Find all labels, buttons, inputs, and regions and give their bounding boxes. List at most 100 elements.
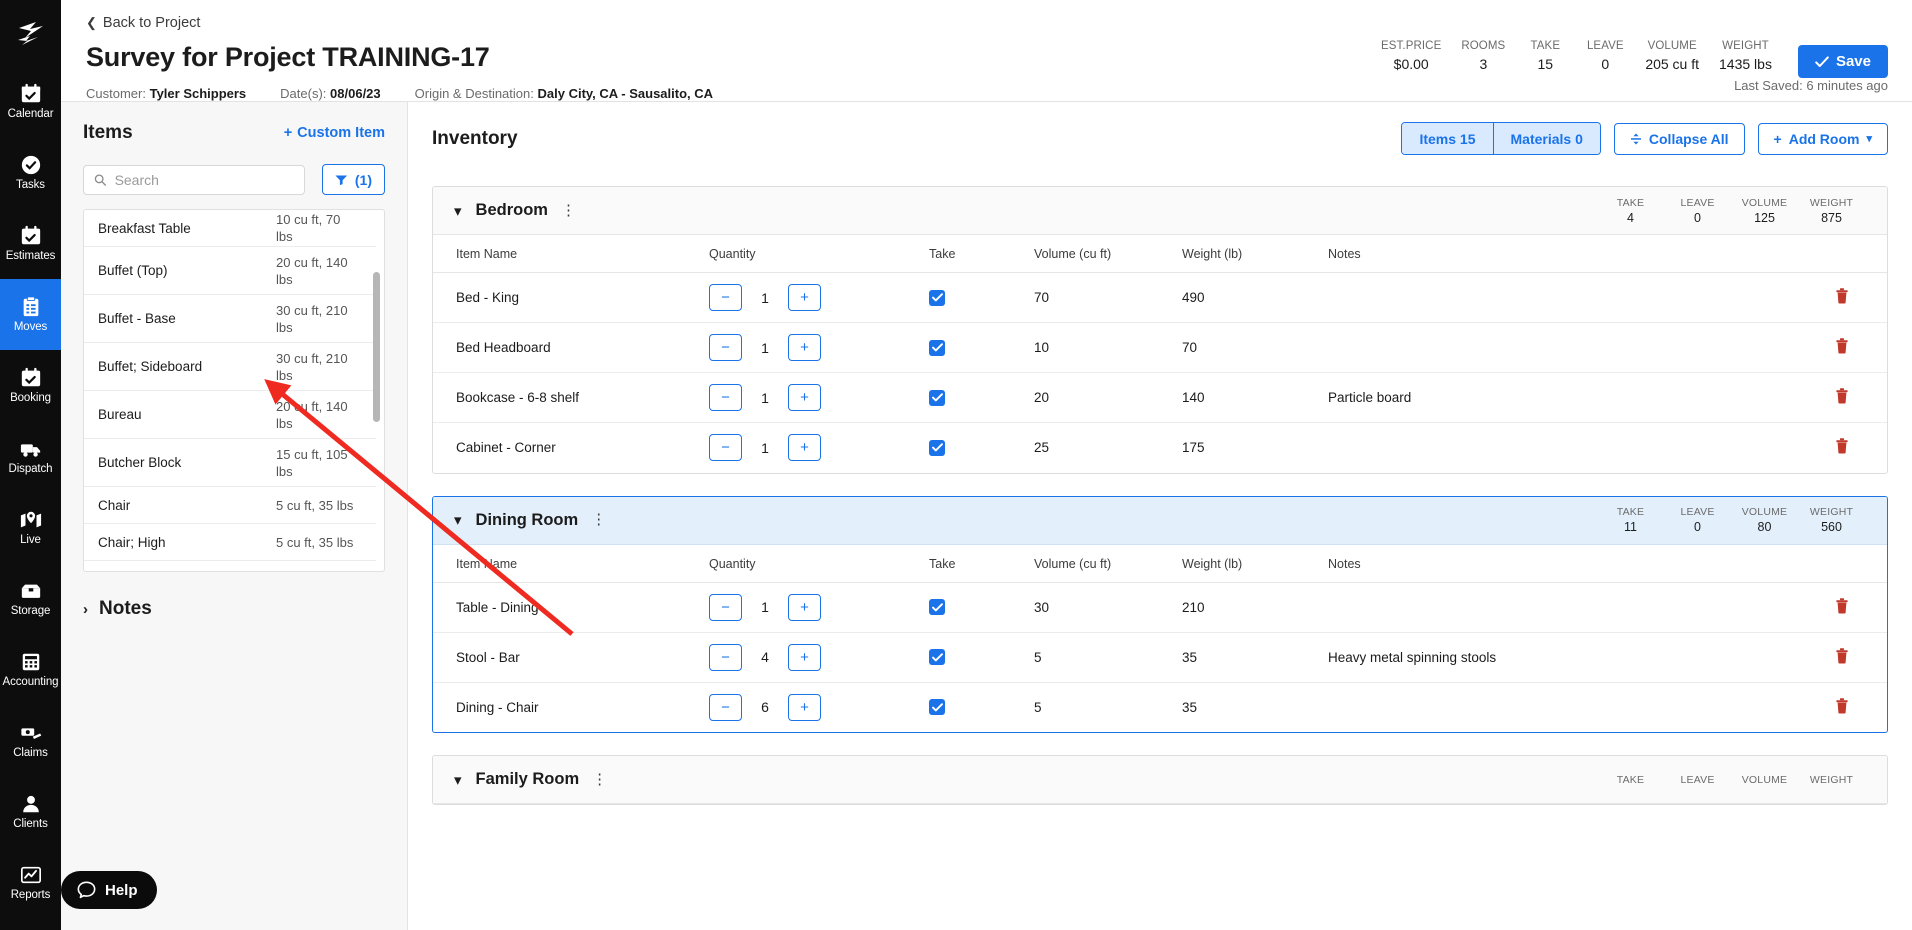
- take-checkbox[interactable]: [929, 599, 945, 615]
- quantity-stepper: − 6 +: [709, 693, 929, 721]
- decrement-button[interactable]: −: [709, 434, 742, 462]
- room-stat-weight: WEIGHT: [1798, 773, 1865, 787]
- delete-row-button[interactable]: [1835, 288, 1849, 307]
- search-input[interactable]: [114, 171, 295, 188]
- collapse-all-button[interactable]: Collapse All: [1613, 122, 1745, 155]
- delete-row-button[interactable]: [1835, 338, 1849, 357]
- decrement-button[interactable]: −: [709, 593, 742, 621]
- room-stat-weight: WEIGHT 560: [1798, 505, 1865, 535]
- increment-button[interactable]: +: [788, 334, 821, 361]
- notes-section-toggle[interactable]: › Notes: [83, 598, 385, 620]
- chevron-down-icon[interactable]: ▾: [454, 202, 462, 220]
- save-button[interactable]: Save: [1797, 45, 1888, 78]
- help-button[interactable]: Help: [61, 871, 157, 909]
- list-item[interactable]: Dining - Chair 5 cu ft, 35 lbs: [84, 561, 376, 571]
- row-volume: 10: [1034, 322, 1182, 373]
- increment-button[interactable]: +: [788, 593, 821, 621]
- decrement-button[interactable]: −: [709, 334, 742, 361]
- list-item[interactable]: Buffet (Top) 20 cu ft, 140 lbs: [84, 247, 376, 295]
- meta-customer: Customer: Tyler Schippers: [86, 86, 246, 101]
- take-checkbox[interactable]: [929, 389, 945, 406]
- kebab-menu-icon[interactable]: ⋮: [561, 203, 576, 218]
- kebab-menu-icon[interactable]: ⋮: [591, 512, 606, 527]
- decrement-button[interactable]: −: [709, 643, 742, 671]
- row-notes[interactable]: [1328, 272, 1797, 323]
- take-checkbox[interactable]: [929, 289, 945, 306]
- row-notes[interactable]: [1328, 682, 1797, 732]
- list-item[interactable]: Bureau 20 cu ft, 140 lbs: [84, 391, 376, 439]
- increment-button[interactable]: +: [788, 434, 821, 462]
- delete-row-button[interactable]: [1835, 388, 1849, 407]
- decrement-button[interactable]: −: [709, 284, 742, 311]
- room-stat-value: 11: [1624, 520, 1637, 534]
- increment-button[interactable]: +: [788, 384, 821, 411]
- list-item[interactable]: Chair 5 cu ft, 35 lbs: [84, 487, 376, 524]
- list-item[interactable]: Buffet - Base 30 cu ft, 210 lbs: [84, 295, 376, 343]
- row-notes[interactable]: [1328, 582, 1797, 633]
- list-item[interactable]: Chair; High 5 cu ft, 35 lbs: [84, 524, 376, 561]
- sidebar-item-storage[interactable]: Storage: [0, 563, 61, 634]
- row-volume: 25: [1034, 440, 1050, 456]
- row-notes[interactable]: Particle board: [1328, 372, 1797, 423]
- chevron-left-icon: ❮: [86, 15, 97, 30]
- scrollbar-thumb[interactable]: [373, 272, 380, 422]
- sidebar-item-moves[interactable]: Moves: [0, 279, 61, 350]
- filter-button[interactable]: (1): [322, 164, 385, 195]
- app-logo[interactable]: [0, 0, 61, 66]
- room-header[interactable]: ▾ Bedroom ⋮ TAKE 4 LEAVE 0 VOLUME 125 WE…: [433, 187, 1887, 235]
- sidebar-item-tasks[interactable]: Tasks: [0, 137, 61, 208]
- items-list[interactable]: Breakfast Table 10 cu ft, 70 lbs Buffet …: [83, 209, 385, 572]
- delete-row-button[interactable]: [1835, 438, 1849, 457]
- take-checkbox[interactable]: [929, 339, 945, 356]
- stat-volume: VOLUME 205 cu ft: [1635, 38, 1709, 74]
- room-header[interactable]: ▾ Family Room ⋮ TAKE LEAVE VOLUME WEIGHT: [433, 756, 1887, 804]
- take-checkbox[interactable]: [929, 649, 945, 665]
- inventory-tabs: Items 15 Materials 0: [1401, 122, 1601, 155]
- filter-count-label: (1): [354, 171, 372, 188]
- chevron-down-icon[interactable]: ▾: [454, 771, 462, 789]
- table-row: Stool - Bar − 4 + 5 35 Heavy metal spinn…: [433, 632, 1887, 683]
- sidebar-item-calendar[interactable]: Calendar: [0, 66, 61, 137]
- decrement-button[interactable]: −: [709, 384, 742, 411]
- list-item[interactable]: Buffet; Sideboard 30 cu ft, 210 lbs: [84, 343, 376, 391]
- add-room-button[interactable]: + Add Room ▾: [1757, 122, 1888, 155]
- tab-materials[interactable]: Materials 0: [1492, 123, 1600, 154]
- sidebar-item-accounting[interactable]: Accounting: [0, 634, 61, 705]
- stat-weight: WEIGHT 1435 lbs: [1709, 38, 1782, 74]
- inventory-scroll-area[interactable]: ▾ Bedroom ⋮ TAKE 4 LEAVE 0 VOLUME 125 WE…: [408, 186, 1912, 930]
- sidebar-item-live[interactable]: Live: [0, 492, 61, 563]
- search-box[interactable]: [83, 164, 306, 195]
- sidebar-item-claims[interactable]: Claims: [0, 705, 61, 776]
- sidebar-item-clients[interactable]: Clients: [0, 776, 61, 847]
- row-notes[interactable]: [1328, 423, 1797, 473]
- sidebar-item-booking[interactable]: Booking: [0, 350, 61, 421]
- delete-row-button[interactable]: [1835, 597, 1849, 617]
- kebab-menu-icon[interactable]: ⋮: [592, 772, 607, 787]
- sidebar-item-label: Claims: [13, 747, 48, 759]
- items-list-scrollbar[interactable]: [373, 212, 380, 571]
- delete-row-button[interactable]: [1835, 647, 1849, 667]
- tab-items[interactable]: Items 15: [1402, 123, 1493, 154]
- increment-button[interactable]: +: [788, 693, 821, 721]
- increment-button[interactable]: +: [788, 284, 821, 311]
- increment-button[interactable]: +: [788, 643, 821, 671]
- list-item[interactable]: Butcher Block 15 cu ft, 105 lbs: [84, 439, 376, 487]
- delete-row-button[interactable]: [1835, 698, 1849, 717]
- back-to-project-link[interactable]: ❮ Back to Project: [86, 15, 200, 31]
- take-checkbox[interactable]: [929, 439, 945, 456]
- meta-origin-label: Origin & Destination:: [414, 86, 534, 101]
- list-item-spec: 30 cu ft, 210 lbs: [276, 350, 348, 383]
- sidebar-item-dispatch[interactable]: Dispatch: [0, 421, 61, 492]
- room-stat-value: 0: [1694, 210, 1701, 225]
- decrement-button[interactable]: −: [709, 693, 742, 721]
- room-header[interactable]: ▾ Dining Room ⋮ TAKE 11 LEAVE 0 VOLUME 8…: [433, 496, 1887, 545]
- row-notes[interactable]: Heavy metal spinning stools: [1328, 632, 1797, 683]
- take-checkbox[interactable]: [929, 699, 945, 716]
- row-notes[interactable]: [1328, 322, 1797, 373]
- list-item[interactable]: Breakfast Table 10 cu ft, 70 lbs: [84, 210, 376, 247]
- stat-label: TAKE: [1530, 40, 1561, 52]
- chevron-down-icon[interactable]: ▾: [454, 511, 462, 529]
- custom-item-button[interactable]: + Custom Item: [284, 125, 385, 141]
- sidebar-item-estimates[interactable]: Estimates: [0, 208, 61, 279]
- sidebar-item-reports[interactable]: Reports: [0, 847, 61, 918]
